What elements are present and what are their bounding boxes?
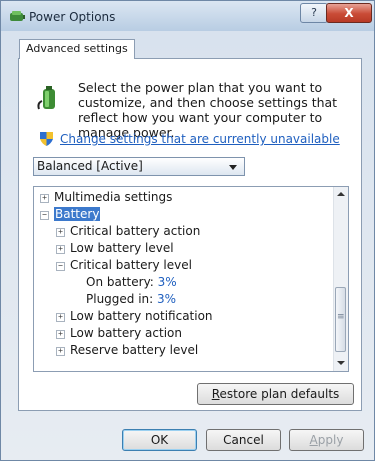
battery-plug-icon — [37, 86, 55, 110]
tree-item-plugged-in[interactable]: Plugged in: 3% — [86, 291, 176, 308]
close-button[interactable]: X — [326, 3, 372, 23]
restore-plan-defaults-button[interactable]: Restore plan defaults — [197, 383, 354, 405]
expand-icon[interactable]: + — [56, 330, 65, 339]
window-title: Power Options — [29, 10, 116, 24]
power-options-window: Power Options ? X Advanced settings Sele… — [0, 0, 375, 461]
tree-item-critical-battery-level[interactable]: − Critical battery level — [56, 257, 192, 274]
expand-icon[interactable]: + — [40, 194, 49, 203]
tree-item-label: Low battery action — [70, 326, 182, 340]
tree-item-label: Low battery notification — [70, 309, 213, 323]
scroll-down-arrow-icon[interactable] — [337, 361, 345, 365]
tree-item-label: Critical battery level — [70, 258, 192, 272]
help-button[interactable]: ? — [300, 3, 328, 23]
power-plan-value: Balanced [Active] — [37, 159, 143, 173]
apply-button[interactable]: Apply — [289, 429, 364, 451]
tree-item-label: Multimedia settings — [54, 190, 173, 204]
expand-icon[interactable]: + — [56, 347, 65, 356]
tree-item-low-battery-action[interactable]: + Low battery action — [56, 325, 182, 342]
change-settings-link[interactable]: Change settings that are currently unava… — [60, 132, 340, 146]
tree-item-label: Reserve battery level — [70, 343, 199, 357]
tree-item-critical-battery-action[interactable]: + Critical battery action — [56, 223, 200, 240]
settings-description: Select the power plan that you want to c… — [78, 80, 338, 140]
scroll-up-arrow-icon[interactable] — [337, 192, 345, 196]
expand-icon[interactable]: + — [56, 228, 65, 237]
tab-advanced-settings[interactable]: Advanced settings — [19, 39, 135, 59]
tree-item-low-battery-notification[interactable]: + Low battery notification — [56, 308, 213, 325]
chevron-down-icon — [229, 165, 237, 170]
tree-item-reserve-battery-level[interactable]: + Reserve battery level — [56, 342, 198, 359]
tree-item-multimedia[interactable]: + Multimedia settings — [40, 189, 172, 206]
tree-item-on-battery[interactable]: On battery: 3% — [86, 274, 177, 291]
cancel-button[interactable]: Cancel — [206, 429, 281, 451]
tree-item-label: Battery — [54, 207, 101, 221]
settings-tree[interactable]: + Multimedia settings − Battery + Critical … — [33, 186, 349, 372]
restore-label: estore plan defaults — [219, 387, 340, 401]
tree-item-battery[interactable]: − Battery — [40, 206, 101, 223]
on-battery-value[interactable]: 3% — [158, 275, 177, 289]
expand-icon[interactable]: + — [56, 245, 65, 254]
vertical-scrollbar[interactable] — [333, 187, 348, 371]
setting-label: On battery: — [86, 275, 154, 289]
collapse-icon[interactable]: − — [40, 211, 49, 220]
collapse-icon[interactable]: − — [56, 262, 65, 271]
tree-item-label: Critical battery action — [70, 224, 201, 238]
tree-item-low-battery-level[interactable]: + Low battery level — [56, 240, 174, 257]
power-plan-dropdown[interactable]: Balanced [Active] — [33, 157, 245, 176]
apply-label: pply — [317, 433, 344, 447]
accesskey-a: A — [309, 433, 318, 447]
ok-button[interactable]: OK — [122, 429, 197, 451]
power-options-icon — [10, 11, 25, 21]
plugged-in-value[interactable]: 3% — [157, 292, 176, 306]
tree-item-label: Low battery level — [70, 241, 174, 255]
title-bar: Power Options ? X — [1, 1, 374, 31]
accesskey-r: R — [211, 387, 220, 401]
shield-icon — [40, 132, 53, 146]
scrollbar-thumb[interactable] — [335, 287, 346, 352]
expand-icon[interactable]: + — [56, 313, 65, 322]
setting-label: Plugged in: — [86, 292, 154, 306]
